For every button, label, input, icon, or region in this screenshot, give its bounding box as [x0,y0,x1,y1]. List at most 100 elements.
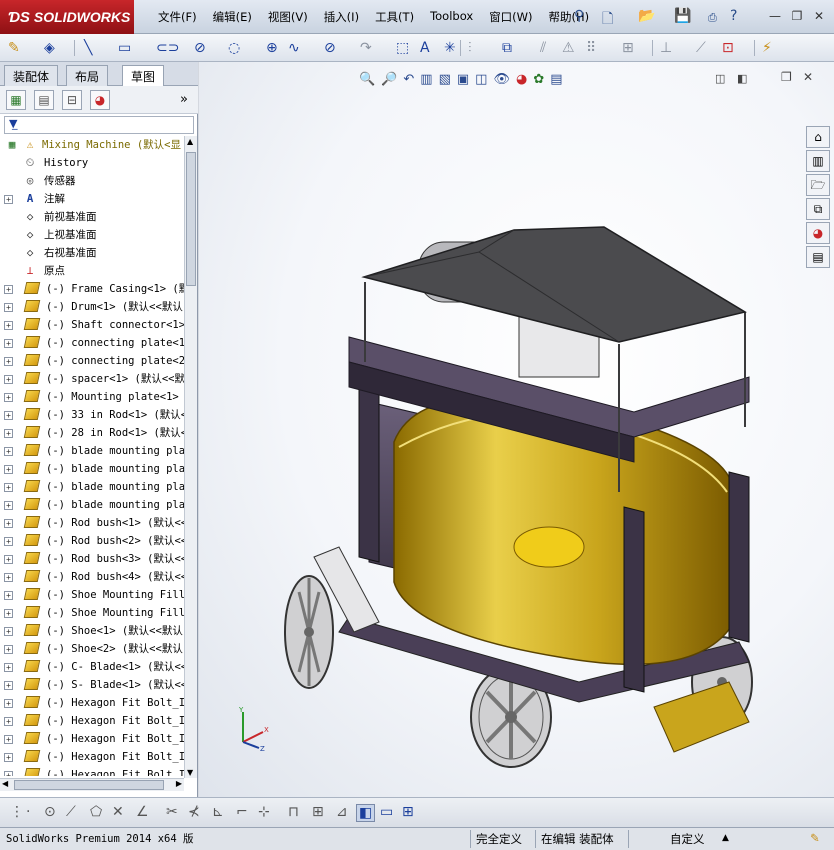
grid-icon[interactable]: ⊞ [312,804,324,820]
expand-toggle[interactable]: + [4,717,13,726]
feature-manager-icon[interactable]: ▦ [6,90,26,110]
expand-toggle[interactable]: + [4,339,13,348]
tree-item-component[interactable]: + (-) Rod bush<4> (默认<< [0,568,184,586]
split-grid-icon[interactable]: ⊞ [402,804,414,820]
dimension-icon[interactable]: ⊓ [288,804,299,820]
menu-file[interactable]: 文件(F) [150,9,205,25]
trim-icon[interactable]: ⫶ [468,39,472,57]
tree-item-component[interactable]: + (-) Shaft connector<1> [0,316,184,334]
tree-item-component[interactable]: + (-) Shoe<1> (默认<<默认 [0,622,184,640]
scroll-thumb[interactable] [186,152,196,286]
tree-item-component[interactable]: + (-) connecting plate<1> [0,334,184,352]
tree-item-origin[interactable]: ⊥ 原点 [0,262,184,280]
expand-toggle[interactable]: + [4,699,13,708]
arc-icon[interactable]: ◌ [228,39,240,57]
offset-icon[interactable]: ⫽ [540,39,546,57]
tree-item-annotation[interactable]: + A 注解 [0,190,184,208]
menu-toolbox[interactable]: Toolbox [422,9,481,25]
apply-scene-icon[interactable]: ✿ [533,72,544,87]
open-folder-icon[interactable]: 📂 [638,8,655,24]
expand-toggle[interactable]: + [4,609,13,618]
expand-toggle[interactable]: + [4,681,13,690]
unit-system[interactable]: 自定义 [670,831,705,847]
trim-icon[interactable]: ✕ [112,804,124,820]
file-explorer-icon[interactable]: 🗁 [806,174,830,196]
line-icon[interactable]: ⟋ [66,804,76,820]
tree-item-plane[interactable]: ◇ 前视基准面 [0,208,184,226]
expand-toggle[interactable]: + [4,393,13,402]
expand-toggle[interactable]: + [4,375,13,384]
view-orientation-icon[interactable]: ▣ [457,72,469,87]
section-view-icon[interactable]: ▥ [420,72,432,87]
print-icon[interactable]: ⎙ [708,11,717,25]
tab-assembly[interactable]: 装配体 [4,65,59,86]
circle-icon[interactable]: ⊙ [44,804,56,820]
menu-window[interactable]: 窗口(W) [481,9,540,25]
unit-dropdown-icon[interactable]: ▲ [722,833,729,843]
custom-properties-icon[interactable]: ▤ [806,246,830,268]
tree-item-component[interactable]: + (-) blade mounting plat [0,478,184,496]
solidworks-logo[interactable]: ƊS SOLIDWORKS [0,0,134,34]
repair-sketch-icon[interactable]: ⟋ [696,39,706,57]
menu-insert[interactable]: 插入(I) [316,9,367,25]
save-icon[interactable]: 💾 [674,8,691,24]
expand-toggle[interactable]: + [4,483,13,492]
vertical-relation-icon[interactable]: ⊀ [188,804,200,820]
close-icon[interactable]: ✕ [810,8,828,24]
spline-icon[interactable]: ∿ [288,39,300,57]
linear-pattern-icon[interactable]: ⠿ [586,39,596,57]
tree-item-component[interactable]: + (-) blade mounting plat [0,496,184,514]
split-horizontal-icon[interactable]: ▭ [380,804,393,820]
expand-toggle[interactable]: + [4,447,13,456]
tree-item-plane[interactable]: ◇ 右视基准面 [0,244,184,262]
tree-item-component[interactable]: + (-) Rod bush<2> (默认<< [0,532,184,550]
menu-view[interactable]: 视图(V) [260,9,316,25]
expand-toggle[interactable]: + [4,429,13,438]
tree-item-component[interactable]: + (-) Hexagon Fit Bolt_IS [0,730,184,748]
triangle-icon[interactable]: ⊿ [336,804,348,820]
restore-icon[interactable]: ❐ [788,8,806,24]
tree-item-component[interactable]: + (-) 28 in Rod<1> (默认< [0,424,184,442]
scroll-up-icon[interactable]: ▲ [187,137,193,146]
scroll-down-icon[interactable]: ▼ [187,768,193,777]
tree-item-component[interactable]: + (-) Shoe Mounting Fille [0,604,184,622]
expand-toggle[interactable]: + [4,663,13,672]
convert-entities-icon[interactable]: ⧉ [502,39,512,57]
rebuild-icon[interactable]: ✎ [810,831,820,845]
menu-help[interactable]: 帮助(H) [541,9,598,25]
expand-toggle[interactable]: + [4,411,13,420]
smart-dimension-icon[interactable]: ◈ [44,39,55,57]
tree-item-component[interactable]: + (-) Rod bush<3> (默认<< [0,550,184,568]
viewport-split-icon[interactable]: ◫ [715,72,725,85]
point-icon[interactable]: · [26,804,30,820]
move-entities-icon[interactable]: ⊞ [622,39,634,57]
tree-item-component[interactable]: + (-) Hexagon Fit Bolt_IS [0,694,184,712]
tree-item-component[interactable]: + (-) blade mounting plat [0,460,184,478]
tree-horizontal-scrollbar[interactable]: ◀ ▶ [0,778,184,791]
mirror-icon[interactable]: ⚠ [562,39,575,57]
plane-icon[interactable]: ⬚ [396,39,409,57]
previous-view-icon[interactable]: ↶ [403,72,414,87]
rapid-sketch-icon[interactable]: ⚡ [762,39,772,57]
corner-icon[interactable]: ⌐ [236,804,248,820]
scissors-icon[interactable]: ✂ [166,804,178,820]
tree-item-component[interactable]: + (-) blade mounting plat [0,442,184,460]
rectangle-icon[interactable]: ▭ [118,39,131,57]
expand-toggle[interactable]: + [4,285,13,294]
view-palette-icon[interactable]: ⧉ [806,198,830,220]
tree-item-sensor[interactable]: ◎ 传感器 [0,172,184,190]
appearances-icon[interactable]: ◕ [806,222,830,244]
scroll-left-icon[interactable]: ◀ [2,779,8,788]
tree-item-component[interactable]: + (-) S- Blade<1> (默认<< [0,676,184,694]
expand-panel-icon[interactable]: » [180,92,188,107]
solidworks-resources-icon[interactable]: ⌂ [806,126,830,148]
tree-item-component[interactable]: + (-) Shoe Mounting Fille [0,586,184,604]
slot-icon[interactable]: ⊂⊃ [156,39,179,57]
expand-toggle[interactable]: + [4,303,13,312]
text-icon[interactable]: A [420,39,430,57]
circle-icon[interactable]: ⊘ [194,39,206,57]
tree-item-component[interactable]: + (-) Hexagon Fit Bolt_IS [0,712,184,730]
tree-item-component[interactable]: + (-) Shoe<2> (默认<<默认 [0,640,184,658]
scroll-right-icon[interactable]: ▶ [176,779,182,788]
expand-toggle[interactable]: + [4,465,13,474]
